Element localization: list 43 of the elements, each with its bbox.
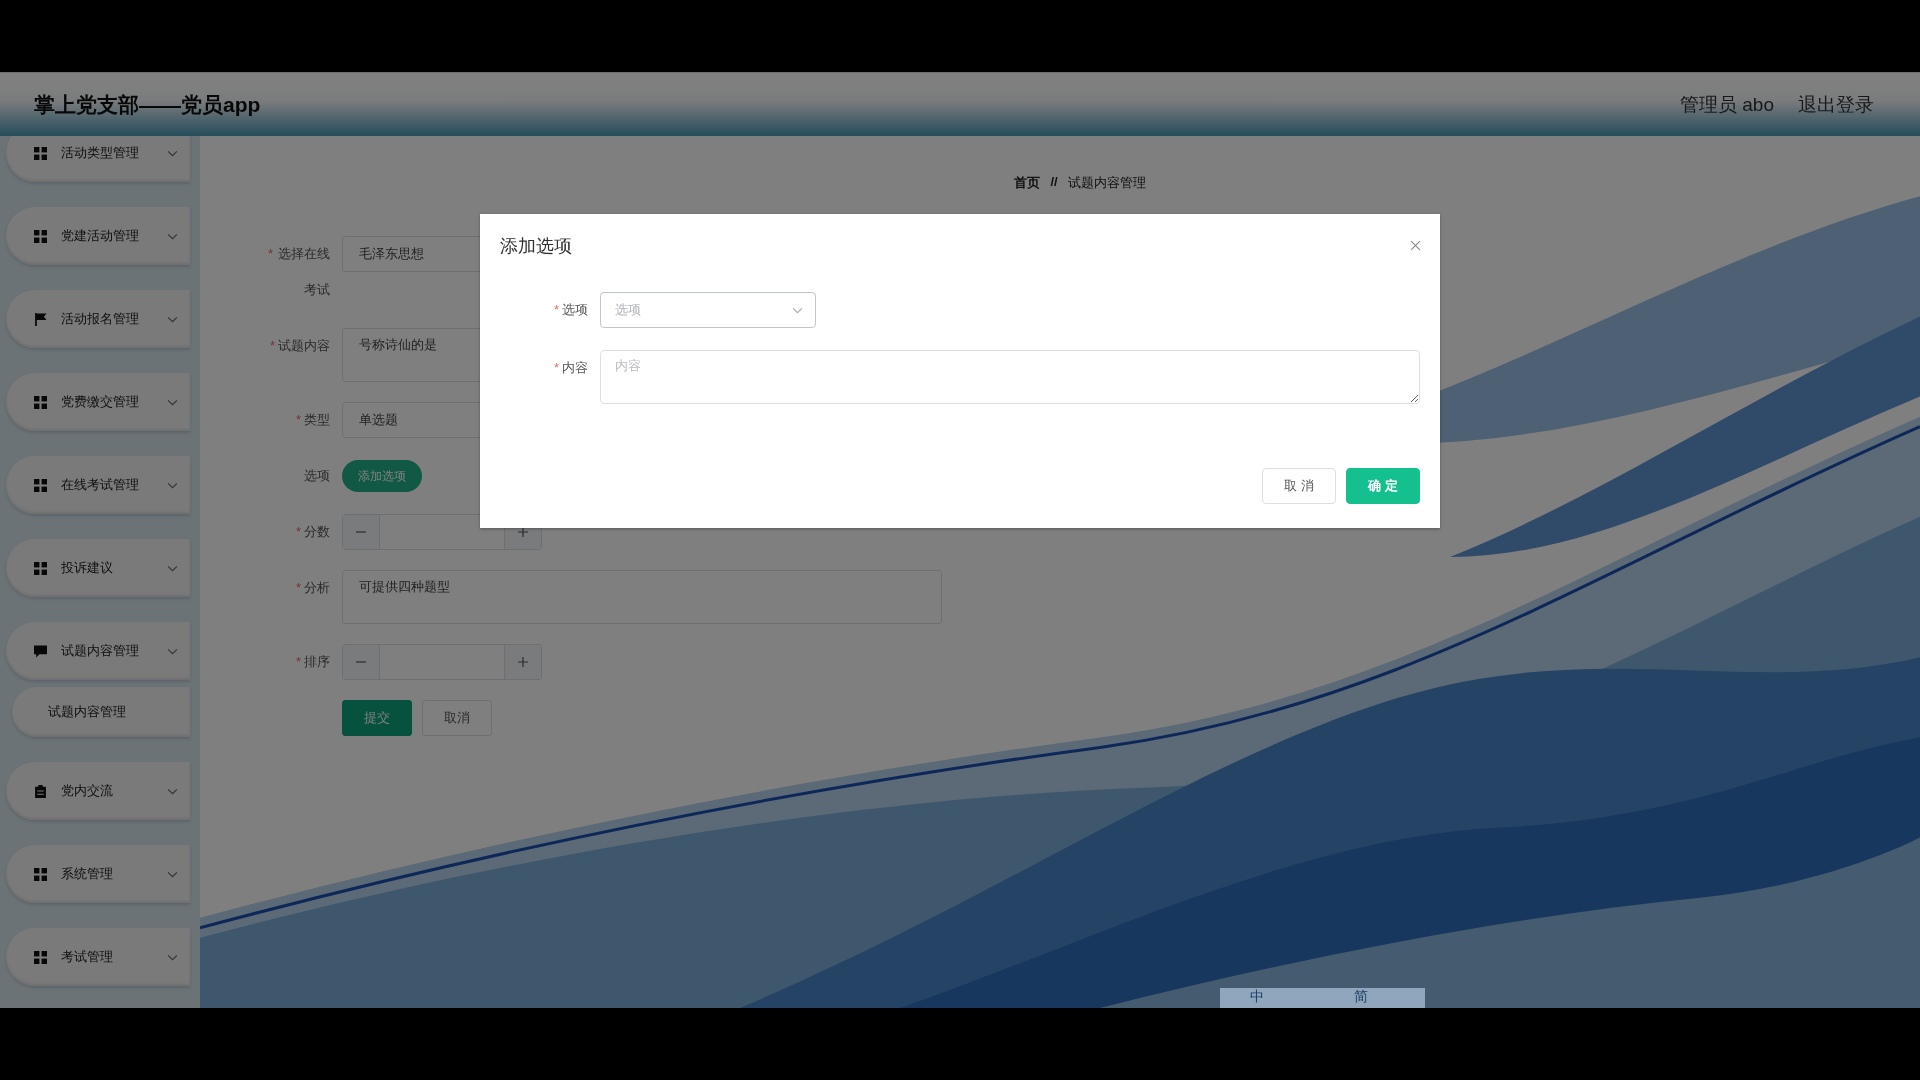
sidebar-item[interactable]: 党内交流: [6, 762, 190, 820]
required-mark: *: [553, 359, 559, 377]
field-label: 选择在线考试: [277, 245, 330, 299]
sidebar-item[interactable]: 活动类型管理: [6, 136, 190, 182]
app-title: 掌上党支部——党员app: [34, 91, 261, 118]
field-label: 选项: [304, 467, 330, 485]
required-mark: *: [295, 412, 301, 427]
logout-link[interactable]: 退出登录: [1798, 91, 1874, 118]
sidebar-item[interactable]: 考试管理: [6, 928, 190, 986]
script-toggle[interactable]: 简: [1354, 988, 1368, 1008]
field-label: 类型: [304, 411, 330, 429]
form-button[interactable]: 取消: [422, 700, 492, 736]
submenu-item[interactable]: 试题内容管理: [12, 687, 190, 737]
form-button[interactable]: 提交: [342, 700, 412, 736]
field-label: 排序: [304, 653, 330, 671]
field-label: 内容: [562, 359, 588, 377]
required-mark: *: [295, 524, 301, 539]
input-mode-toggle[interactable]: 中: [1250, 988, 1264, 1008]
breadcrumb-current: 试题内容管理: [1067, 174, 1146, 192]
sidebar-item[interactable]: 试题内容管理: [6, 622, 190, 680]
field-label: 分数: [304, 523, 330, 541]
breadcrumb-separator: //: [1050, 174, 1058, 191]
dialog-button[interactable]: 确 定: [1346, 468, 1420, 504]
required-mark: *: [295, 654, 301, 669]
textarea-field[interactable]: 可提供四种题型: [342, 570, 942, 624]
sidebar-item[interactable]: 投诉建议: [6, 539, 190, 597]
required-mark: *: [553, 301, 559, 319]
dialog-button[interactable]: 取 消: [1262, 468, 1336, 504]
required-mark: *: [295, 580, 301, 595]
dialog-title: 添加选项: [500, 235, 572, 258]
sidebar-item[interactable]: 党建活动管理: [6, 207, 190, 265]
sidebar-item[interactable]: 在线考试管理: [6, 456, 190, 514]
required-mark: *: [269, 338, 275, 353]
field-label: 选项: [562, 301, 588, 319]
required-mark: *: [267, 246, 273, 261]
field-label: 试题内容: [278, 337, 330, 355]
sidebar-item[interactable]: 系统管理: [6, 845, 190, 903]
content-textarea[interactable]: 内容: [600, 350, 1420, 404]
sidebar-item[interactable]: 活动报名管理: [6, 290, 190, 348]
user-name: 管理员 abo: [1680, 92, 1774, 117]
breadcrumb-link[interactable]: 首页: [1014, 174, 1041, 192]
field-label: 分析: [304, 579, 330, 597]
sidebar-item[interactable]: 党费缴交管理: [6, 373, 190, 431]
